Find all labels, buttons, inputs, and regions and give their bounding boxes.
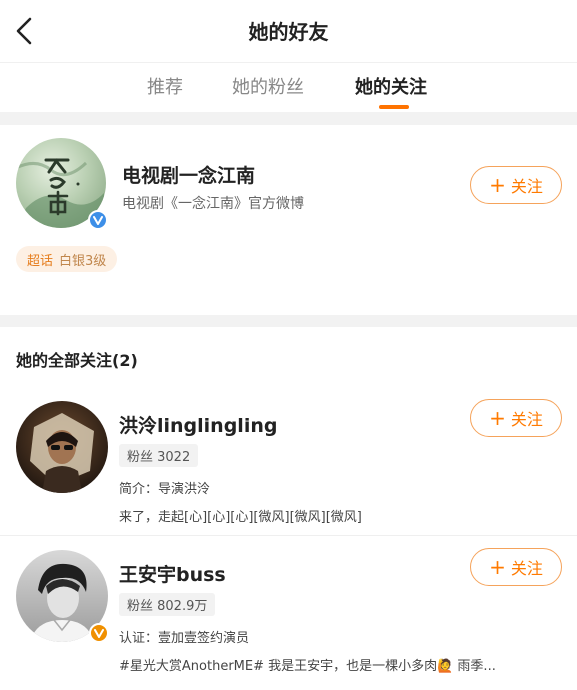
user-name[interactable]: 洪泠linglingling bbox=[119, 411, 277, 438]
following-list-heading: 她的全部关注(2) bbox=[16, 351, 138, 370]
user-name[interactable]: 王安宇buss bbox=[119, 560, 226, 587]
tab-her-following[interactable]: 她的关注 bbox=[355, 73, 427, 99]
fans-count: 粉丝 3022 bbox=[119, 444, 199, 467]
list-item[interactable]: 王安宇buss 粉丝 802.9万 认证：壹加壹签约演员 #星光大赏Anothe… bbox=[0, 536, 577, 690]
follow-label: 关注 bbox=[510, 410, 543, 429]
plus-icon: + bbox=[489, 555, 506, 579]
fans-count: 粉丝 802.9万 bbox=[119, 593, 216, 616]
latest-post: 来了，走起[心][心][心][微风][微风][微风] bbox=[119, 510, 362, 525]
follow-button[interactable]: + 关注 bbox=[470, 548, 562, 586]
active-tab-indicator bbox=[379, 105, 409, 109]
verified-orange-icon bbox=[89, 623, 109, 643]
user-verification: 认证：壹加壹签约演员 bbox=[119, 631, 250, 646]
section-divider bbox=[0, 315, 577, 327]
plus-icon: + bbox=[489, 406, 506, 430]
latest-post: #星光大赏AnotherME# 我是王安宇，也是一棵小多肉🙋 雨季... bbox=[119, 659, 496, 674]
tab-her-fans[interactable]: 她的粉丝 bbox=[232, 73, 304, 99]
featured-account-card[interactable]: 电视剧一念江南 电视剧《一念江南》官方微博 + 关注 超话 白银3级 bbox=[0, 125, 577, 315]
follow-button[interactable]: + 关注 bbox=[470, 166, 562, 204]
user-photo bbox=[30, 413, 94, 493]
follow-label: 关注 bbox=[510, 559, 543, 578]
verified-blue-icon bbox=[88, 210, 108, 230]
page-title: 她的好友 bbox=[248, 20, 329, 44]
account-description: 电视剧《一念江南》官方微博 bbox=[122, 196, 304, 212]
follow-button[interactable]: + 关注 bbox=[470, 399, 562, 437]
plus-icon: + bbox=[489, 173, 506, 197]
super-topic-level: 白银3级 bbox=[59, 253, 107, 269]
super-topic-badge[interactable]: 超话 白银3级 bbox=[16, 246, 118, 272]
user-bio: 简介：导演洪泠 bbox=[119, 482, 211, 497]
super-topic-label: 超话 bbox=[27, 253, 54, 269]
avatar[interactable] bbox=[16, 401, 108, 493]
account-name[interactable]: 电视剧一念江南 bbox=[122, 161, 255, 188]
section-divider bbox=[0, 112, 577, 125]
tab-recommend[interactable]: 推荐 bbox=[147, 73, 183, 99]
top-bar: 她的好友 bbox=[0, 0, 577, 62]
tab-bar: 推荐 她的粉丝 她的关注 bbox=[0, 62, 577, 112]
list-item[interactable]: 洪泠linglingling 粉丝 3022 简介：导演洪泠 来了，走起[心][… bbox=[0, 387, 577, 535]
follow-label: 关注 bbox=[510, 177, 543, 196]
following-list: 她的全部关注(2) 洪泠linglingling 粉丝 3022 简介：导演洪泠… bbox=[0, 327, 577, 690]
